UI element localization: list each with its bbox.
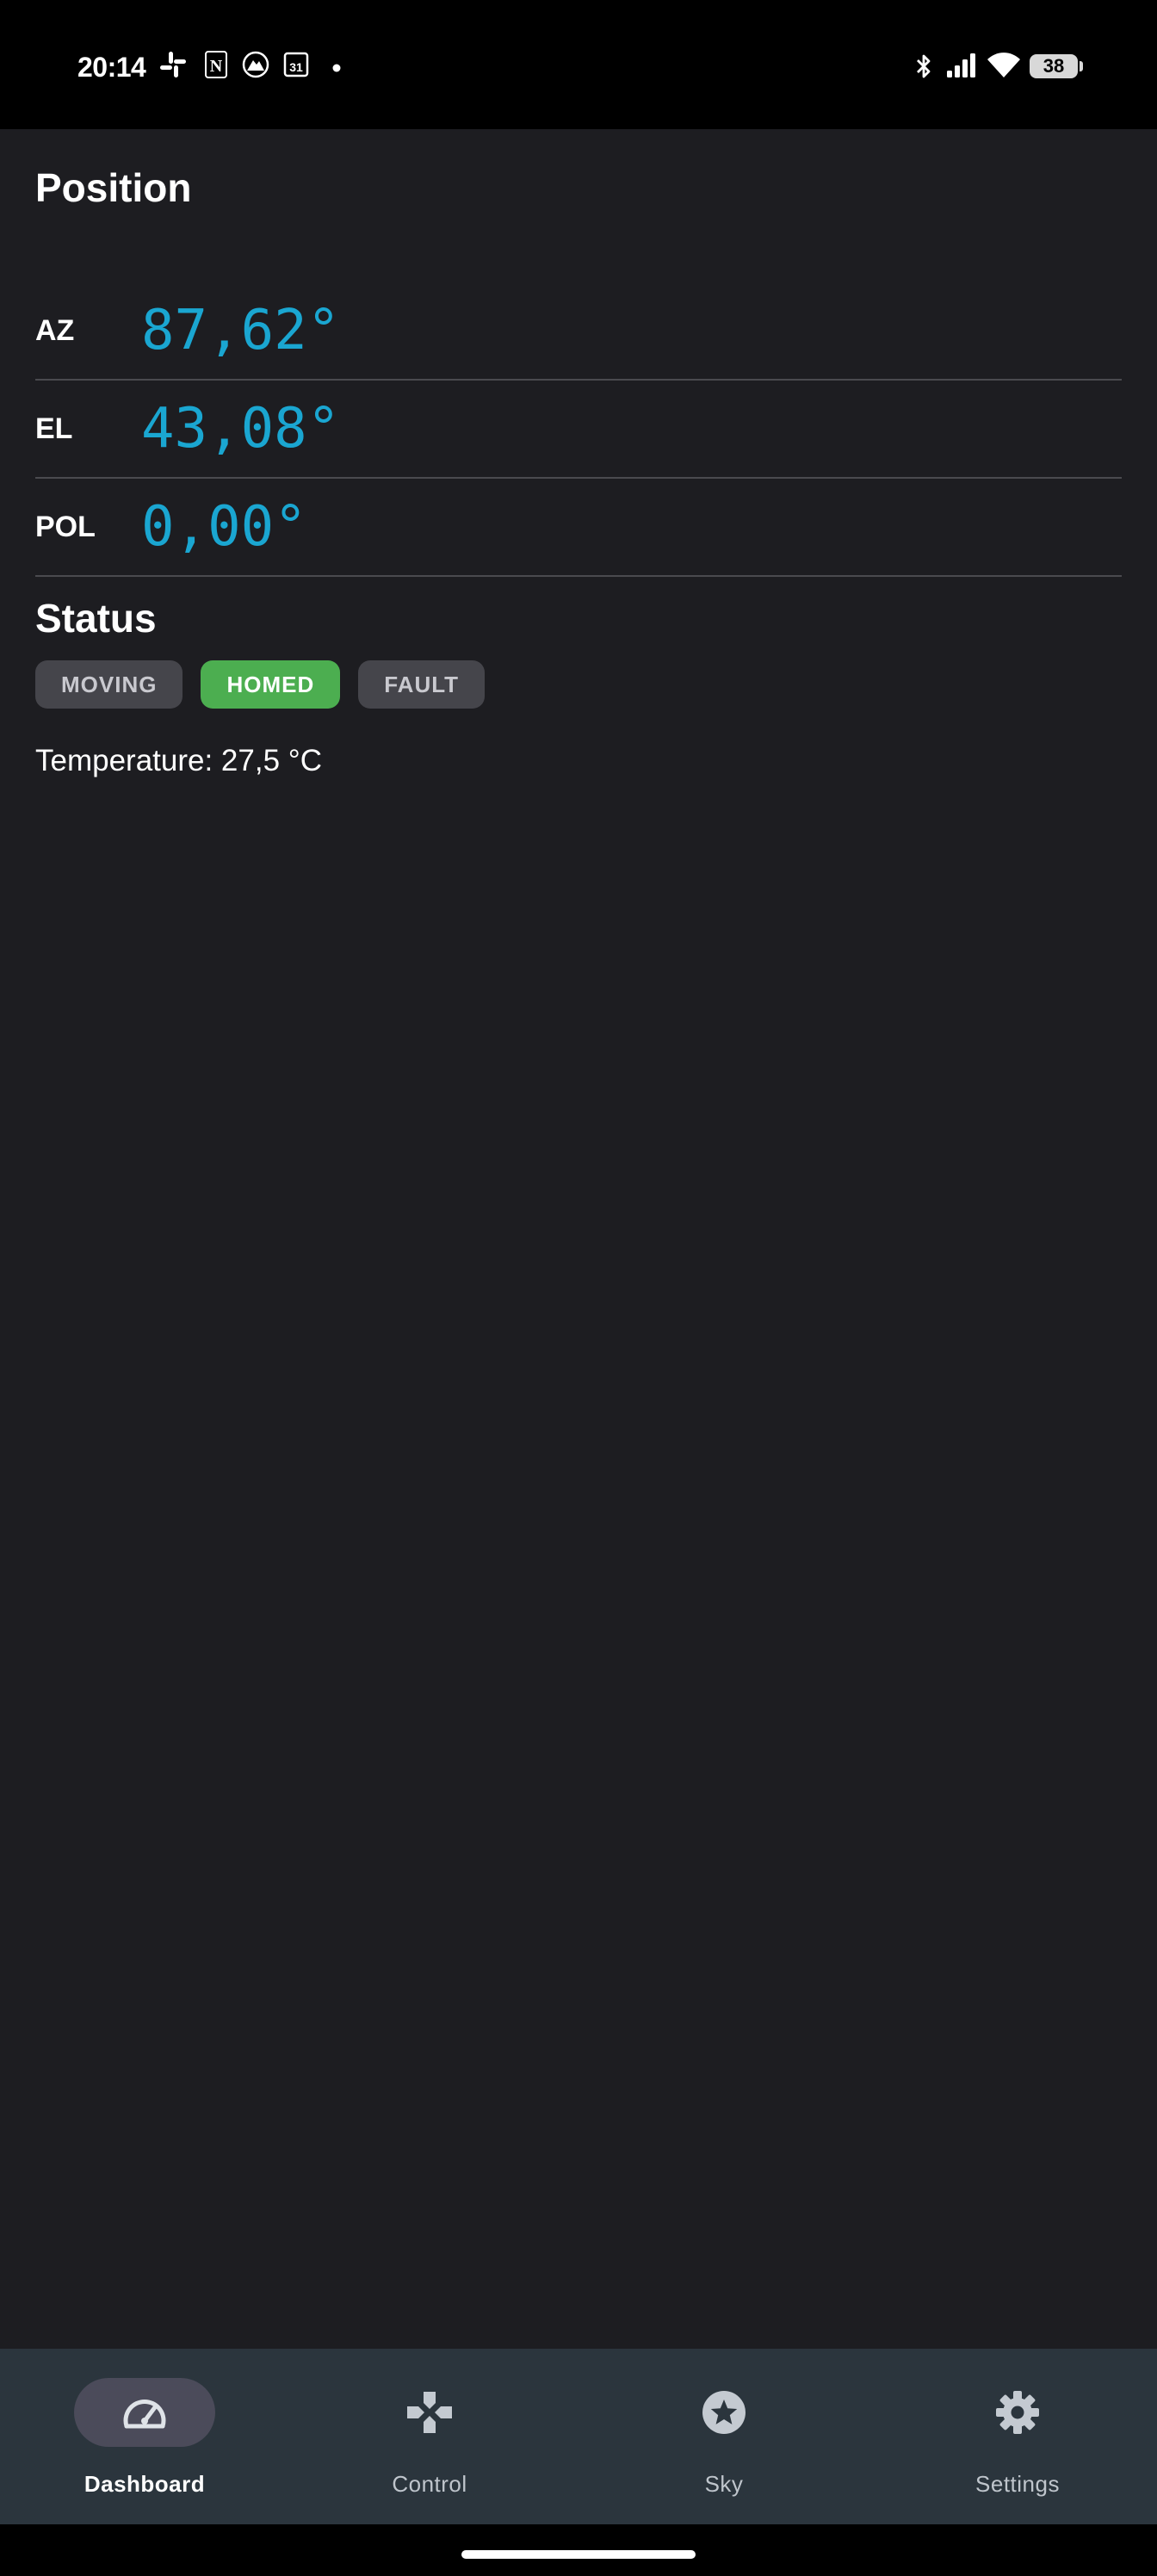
- status-time: 20:14: [77, 52, 146, 83]
- position-row-pol: POL 0,00°: [35, 479, 1122, 577]
- dot-icon: [332, 61, 341, 77]
- nav-item-dashboard[interactable]: Dashboard: [0, 2349, 289, 2524]
- battery-indicator: 38: [1030, 54, 1078, 78]
- status-chip-fault: FAULT: [358, 660, 486, 709]
- el-value: 43,08°: [141, 397, 341, 461]
- temperature-readout: Temperature: 27,5 °C: [35, 744, 323, 777]
- home-indicator[interactable]: [461, 2550, 696, 2559]
- el-label: EL: [35, 412, 73, 445]
- star-icon: [698, 2390, 750, 2435]
- bottom-navigation: Dashboard Control Sky Settings: [0, 2349, 1157, 2524]
- battery-nub: [1080, 61, 1083, 71]
- status-bar: 20:14 N 31 38: [0, 0, 1157, 129]
- calendar-icon: 31: [282, 50, 310, 84]
- bluetooth-icon: [913, 52, 935, 85]
- svg-text:N: N: [210, 57, 223, 76]
- wifi-icon: [987, 52, 1021, 84]
- paramount-icon: [241, 50, 270, 84]
- status-chip-homed: HOMED: [201, 660, 341, 709]
- signal-icon: [945, 52, 978, 84]
- nav-item-control[interactable]: Control: [285, 2349, 574, 2524]
- az-label: AZ: [35, 314, 75, 347]
- nav-label-settings: Settings: [975, 2471, 1060, 2497]
- dashboard-screen: Position AZ 87,62° EL 43,08° POL 0,00° S…: [0, 129, 1157, 2349]
- nav-label-dashboard: Dashboard: [84, 2471, 206, 2497]
- pol-label: POL: [35, 511, 96, 543]
- gamepad-icon: [404, 2390, 455, 2435]
- status-chips: MOVING HOMED FAULT: [35, 660, 486, 709]
- svg-text:31: 31: [289, 60, 303, 74]
- gear-icon: [992, 2390, 1043, 2435]
- gesture-bar: [0, 2524, 1157, 2576]
- position-row-az: AZ 87,62°: [35, 282, 1122, 381]
- position-row-el: EL 43,08°: [35, 381, 1122, 479]
- pol-value: 0,00°: [141, 495, 307, 559]
- position-section-title: Position: [35, 165, 192, 210]
- az-value: 87,62°: [141, 299, 341, 362]
- slack-icon: [158, 50, 188, 84]
- nav-label-sky: Sky: [704, 2471, 744, 2497]
- nav-item-settings[interactable]: Settings: [873, 2349, 1157, 2524]
- status-section-title: Status: [35, 596, 157, 641]
- status-chip-moving: MOVING: [35, 660, 183, 709]
- nav-item-sky[interactable]: Sky: [579, 2349, 869, 2524]
- notion-icon: N: [203, 50, 229, 84]
- speedometer-icon: [119, 2390, 170, 2435]
- nav-label-control: Control: [392, 2471, 467, 2497]
